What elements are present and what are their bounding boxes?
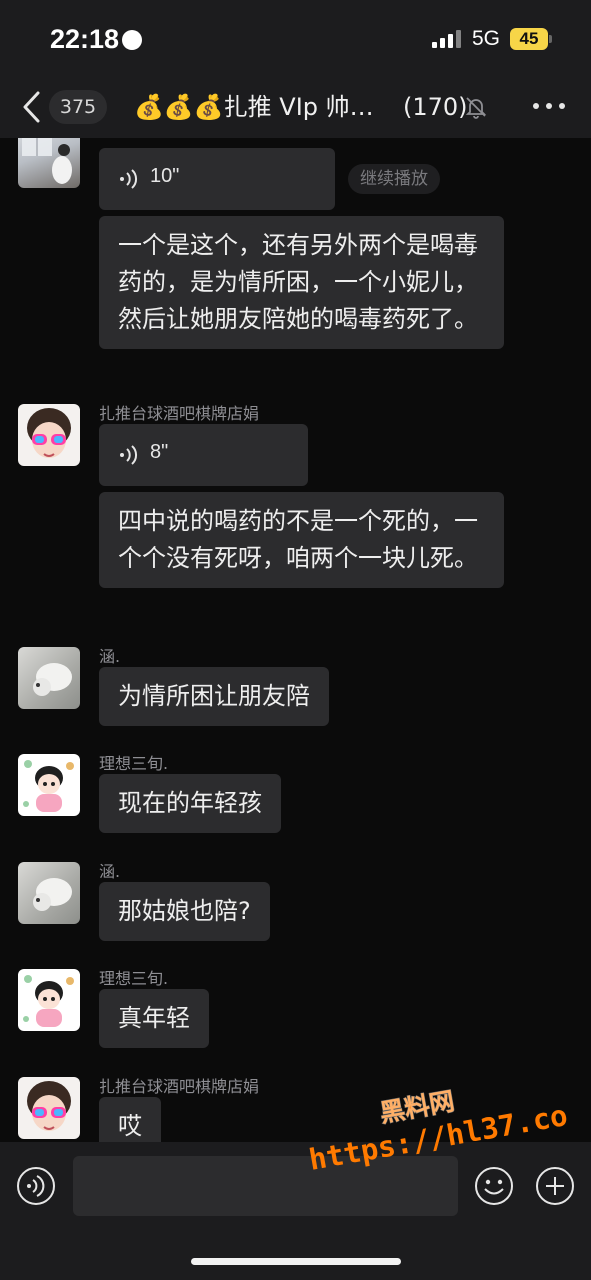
status-bar: 22:18 5G 45 [0,0,591,78]
text-message[interactable]: 现在的年轻孩 [99,774,281,833]
emoji-icon[interactable] [474,1166,514,1206]
sender-name: 扎推台球酒吧棋牌店娟 [99,404,260,423]
mute-bell-icon [465,97,487,119]
text-message[interactable]: 哎 [99,1097,161,1142]
add-more-icon[interactable] [535,1166,575,1206]
group-title[interactable]: 💰💰💰扎推 VIp 帅… [134,88,392,126]
message-list[interactable]: 10" 继续播放 一个是这个，还有另外两个是喝毒药的，是为情所困，一个小妮儿，然… [0,138,591,1142]
sender-name: 涵. [99,862,121,881]
sender-name: 涵. [99,647,121,666]
clock: 22:18 [50,24,120,54]
avatar[interactable] [18,1077,80,1139]
avatar[interactable] [18,647,80,709]
battery-tip [549,35,552,43]
voice-wave-icon [120,445,138,465]
chat-header: 375 💰💰💰扎推 VIp 帅… (170) [0,78,591,138]
network-type: 5G [472,27,501,50]
voice-message[interactable]: 8" [99,424,308,486]
back-arrow-icon[interactable] [22,90,42,124]
more-options-icon[interactable] [533,100,565,112]
battery-icon: 45 [510,28,548,50]
voice-wave-icon [120,169,138,189]
sender-name: 扎推台球酒吧棋牌店娟 [99,1077,260,1096]
member-count: (170) [403,93,468,121]
text-message[interactable]: 真年轻 [99,989,209,1048]
continue-play-button[interactable]: 继续播放 [348,164,440,194]
text-message[interactable]: 那姑娘也陪? [99,882,270,941]
unread-count-badge[interactable]: 375 [49,90,107,124]
sender-name: 理想三旬. [99,969,169,988]
input-bar [0,1142,591,1280]
avatar[interactable] [18,969,80,1031]
text-message[interactable]: 为情所困让朋友陪 [99,667,329,726]
message-input[interactable] [73,1156,458,1216]
voice-duration: 10" [150,165,180,187]
avatar[interactable] [18,862,80,924]
focus-indicator-icon [122,30,142,50]
voice-input-icon[interactable] [16,1166,56,1206]
avatar[interactable] [18,138,80,188]
signal-icon [432,30,462,48]
home-indicator[interactable] [191,1258,401,1265]
voice-message[interactable]: 10" [99,148,335,210]
avatar[interactable] [18,754,80,816]
text-message[interactable]: 一个是这个，还有另外两个是喝毒药的，是为情所困，一个小妮儿，然后让她朋友陪她的喝… [99,216,504,349]
text-message[interactable]: 四中说的喝药的不是一个死的，一个个没有死呀，咱两个一块儿死。 [99,492,504,588]
voice-duration: 8" [150,441,169,463]
avatar[interactable] [18,404,80,466]
sender-name: 理想三旬. [99,754,169,773]
